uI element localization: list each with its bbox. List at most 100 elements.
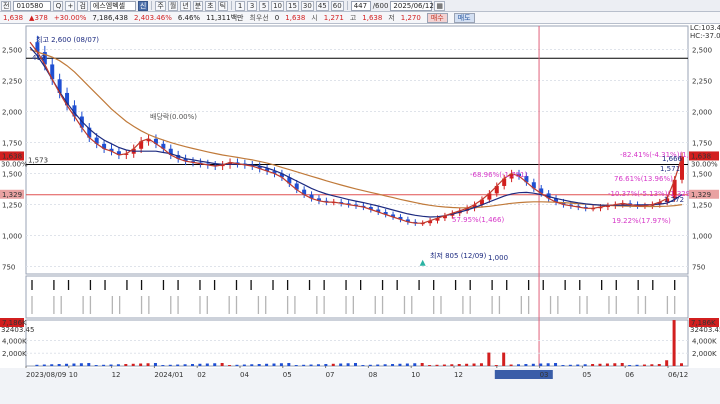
volume-bar[interactable] [546, 363, 550, 366]
volume-bar[interactable] [502, 352, 506, 366]
volume-bar[interactable] [554, 362, 558, 366]
volume-bar[interactable] [102, 364, 106, 366]
volume-bar[interactable] [465, 363, 469, 366]
volume-bar[interactable] [324, 364, 328, 366]
volume-bar[interactable] [87, 362, 91, 366]
volume-bar[interactable] [35, 364, 39, 366]
volume-bar[interactable] [620, 362, 624, 366]
period-year-button[interactable]: 년 [180, 0, 191, 11]
sell-button[interactable]: 매도 [453, 12, 475, 23]
add-icon[interactable]: + [65, 0, 76, 11]
volume-bar[interactable] [153, 362, 157, 366]
volume-bar[interactable] [183, 364, 187, 366]
volume-panel[interactable] [25, 319, 689, 367]
volume-bar[interactable] [457, 364, 461, 366]
volume-bar[interactable] [242, 364, 246, 366]
volume-bar[interactable] [450, 364, 454, 366]
volume-bar[interactable] [250, 364, 254, 366]
volume-bar[interactable] [531, 363, 535, 366]
volume-bar[interactable] [428, 365, 432, 366]
interval-5-button[interactable]: 5 [259, 0, 270, 11]
volume-bar[interactable] [680, 363, 683, 366]
volume-bar[interactable] [591, 364, 595, 366]
volume-bar[interactable] [628, 365, 632, 366]
calendar-icon[interactable]: ▦ [434, 0, 446, 11]
volume-bar[interactable] [635, 364, 639, 366]
volume-bar[interactable] [568, 364, 572, 366]
volume-bar[interactable] [391, 364, 395, 366]
volume-bar[interactable] [583, 364, 587, 366]
volume-bar[interactable] [139, 363, 143, 366]
bar-count-input[interactable]: 447 [350, 0, 371, 11]
volume-bar[interactable] [524, 364, 528, 366]
period-month-button[interactable]: 월 [167, 0, 179, 11]
interval-30-button[interactable]: 30 [300, 0, 314, 11]
volume-bar[interactable] [509, 364, 513, 366]
volume-bar[interactable] [435, 364, 439, 366]
volume-bar[interactable] [72, 363, 76, 366]
interval-15-button[interactable]: 15 [286, 0, 299, 11]
volume-bar[interactable] [598, 363, 602, 366]
volume-bar[interactable] [205, 363, 209, 366]
interval-1-button[interactable]: 1 [235, 0, 246, 11]
name-search-button[interactable]: 검 [77, 0, 88, 11]
volume-bar[interactable] [198, 363, 202, 366]
volume-bar[interactable] [287, 362, 291, 366]
volume-bar[interactable] [109, 364, 113, 366]
date-input[interactable]: 2025/06/12 [390, 0, 434, 11]
volume-bar[interactable] [94, 365, 98, 366]
volume-bar[interactable] [191, 364, 194, 366]
volume-bar[interactable] [442, 364, 446, 366]
volume-bar[interactable] [420, 362, 424, 366]
volume-bar[interactable] [50, 364, 54, 366]
volume-bar[interactable] [539, 363, 543, 366]
volume-bar[interactable] [376, 364, 380, 366]
volume-bar[interactable] [257, 364, 261, 366]
volume-bar[interactable] [176, 364, 180, 366]
volume-bar[interactable] [228, 365, 232, 366]
volume-bar[interactable] [146, 363, 150, 366]
volume-bar[interactable] [294, 365, 298, 366]
volume-bar[interactable] [472, 363, 476, 366]
volume-bar[interactable] [124, 364, 128, 366]
volume-bar[interactable] [79, 363, 83, 366]
signal-panel[interactable] [25, 275, 689, 319]
volume-bar[interactable] [368, 364, 372, 366]
volume-bar[interactable] [272, 363, 276, 366]
volume-bar[interactable] [131, 363, 135, 366]
volume-bar[interactable] [42, 364, 46, 366]
volume-bar[interactable] [65, 363, 69, 366]
search-icon[interactable]: Q [53, 0, 64, 11]
volume-bar[interactable] [517, 364, 520, 366]
stock-chart[interactable]: 750 750 1,000 1,000 1,250 1,250 1,500 1,500 1,75… [0, 24, 720, 404]
period-tick-button[interactable]: 틱 [217, 0, 229, 11]
stock-code-input[interactable]: 010580 [13, 0, 52, 11]
volume-bar[interactable] [672, 320, 676, 366]
volume-bar[interactable] [213, 363, 217, 366]
volume-bar[interactable] [613, 363, 617, 366]
volume-bar[interactable] [383, 364, 387, 366]
volume-bar[interactable] [605, 363, 609, 366]
volume-bar[interactable] [479, 363, 483, 366]
volume-bar[interactable] [331, 363, 335, 366]
volume-bar[interactable] [339, 363, 343, 366]
volume-bar[interactable] [265, 363, 269, 366]
volume-bar[interactable] [650, 364, 654, 366]
volume-bar[interactable] [576, 364, 580, 366]
volume-bar[interactable] [316, 364, 320, 366]
volume-bar[interactable] [116, 364, 120, 366]
interval-3-button[interactable]: 3 [247, 0, 258, 11]
volume-bar[interactable] [487, 352, 491, 366]
credit-info-icon[interactable]: 신 [137, 0, 149, 11]
volume-bar[interactable] [665, 360, 669, 366]
volume-bar[interactable] [235, 364, 239, 366]
code-prefix-button[interactable]: 전 [1, 0, 12, 11]
volume-bar[interactable] [405, 363, 409, 366]
volume-bar[interactable] [220, 362, 224, 366]
period-week-button[interactable]: 주 [155, 0, 166, 11]
interval-60-button[interactable]: 60 [330, 0, 344, 11]
volume-bar[interactable] [413, 363, 417, 366]
volume-bar[interactable] [642, 364, 646, 366]
volume-bar[interactable] [302, 364, 306, 366]
volume-bar[interactable] [57, 364, 61, 366]
